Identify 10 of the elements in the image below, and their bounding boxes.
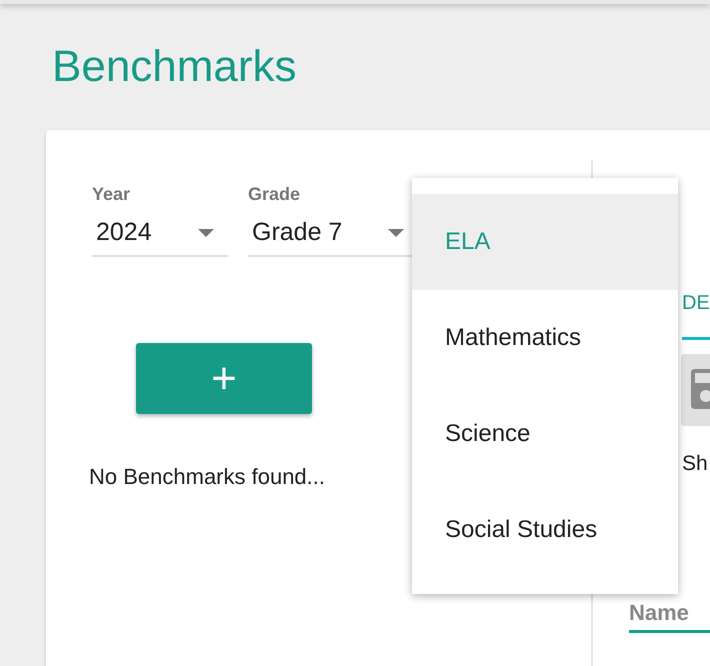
menu-item[interactable]: Science (412, 386, 678, 482)
empty-message: No Benchmarks found... (89, 464, 326, 490)
page-title: Benchmarks (51, 41, 298, 92)
panel-text: Sh (682, 452, 709, 476)
menu-item[interactable]: Social Studies (412, 482, 678, 578)
menu-item[interactable]: Mathematics (412, 290, 678, 386)
select-field[interactable]: Year 2024 (92, 182, 228, 257)
caret-icon (198, 228, 214, 236)
caret-icon (388, 228, 404, 236)
name-field[interactable]: Name (629, 600, 710, 633)
